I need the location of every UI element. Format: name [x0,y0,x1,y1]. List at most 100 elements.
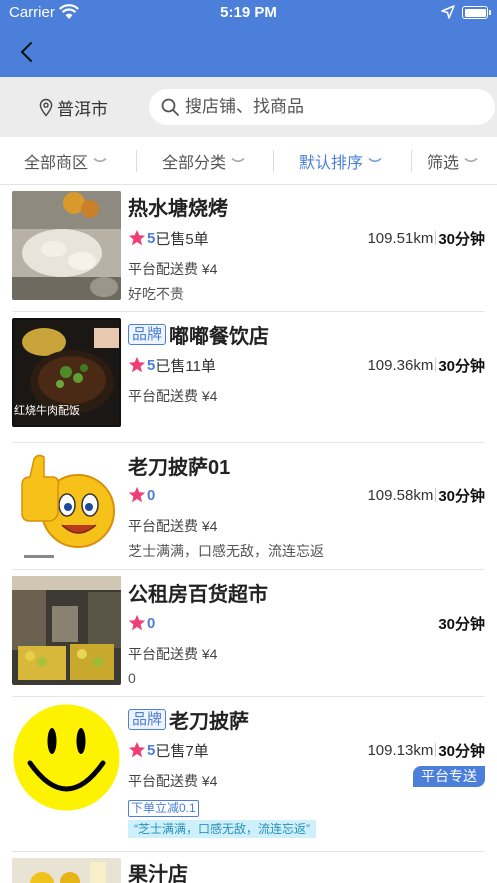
filter-divider [136,150,137,172]
search-box[interactable] [149,89,495,125]
back-arrow-icon[interactable] [12,37,40,67]
supermarket-photo [12,576,121,685]
delivery-time: 30分钟 [438,742,485,760]
brand-badge: 品牌 [128,323,167,345]
filter-label: 筛选 [427,154,460,172]
distance-time: 109.58km 30分钟 [367,484,485,506]
location-arrow-icon [441,5,455,19]
rating-row: 0 [128,612,155,634]
shop-card[interactable]: 品牌 老刀披萨 5 已售7单 109.13km 30分钟 平台专送 平台配送费 ¥… [0,697,497,852]
shop-score: 0 [147,614,156,632]
divider [435,358,437,372]
delivery-fee: 平台配送费 ¥4 [128,388,218,404]
shop-thumbnail [12,576,121,685]
shop-slogan: 好吃不贵 [128,286,184,302]
chevron-down-icon [93,157,107,162]
search-icon [161,98,179,116]
shop-distance: 109.36km [367,356,434,374]
juice-photo [12,858,121,883]
shop-name-row: 品牌 老刀披萨 [128,706,250,733]
shop-thumbnail [12,449,121,558]
shop-score: 0 [147,486,156,504]
distance-time: 109.51km 30分钟 [367,227,485,249]
search-input[interactable] [185,97,465,117]
shop-name: 公租房百货超市 [128,583,268,606]
shop-name-row: 老刀披萨01 [128,452,231,479]
shop-distance: 109.58km [367,486,434,504]
shop-name-row: 热水塘烧烤 [128,193,228,220]
filter-category[interactable]: 全部分类 [162,137,245,184]
shop-card[interactable]: 果汁店 [0,852,497,883]
shop-name: 老刀披萨 [169,710,250,733]
battery-icon [462,6,491,19]
thumbnail-caption: 红烧牛肉配饭 [14,405,80,417]
navigation-bar: Carrier 5:19 PM [0,0,497,77]
star-icon [128,356,146,373]
distance-time: 30分钟 [438,612,485,634]
shop-quote: “芝士满满，口感无敌，流连忘返” [128,820,316,838]
smiley-face-image [12,703,121,812]
filter-label: 默认排序 [299,154,364,172]
filter-business-area[interactable]: 全部商区 [24,137,107,184]
divider [435,231,437,245]
search-row: 普洱市 [0,77,497,137]
shop-name: 果汁店 [128,863,188,883]
filter-divider [273,150,274,172]
chevron-down-icon [368,157,382,162]
rating-row: 5 已售11单 [128,354,216,376]
filter-label: 全部分类 [162,154,227,172]
shop-thumbnail [12,858,121,883]
delivery-time: 30分钟 [438,230,485,248]
filter-label: 全部商区 [24,154,89,172]
shop-name-row: 公租房百货超市 [128,579,268,606]
location-pin-icon [39,98,53,117]
shop-name-row: 果汁店 [128,859,188,883]
shop-sales: 已售11单 [155,357,216,375]
status-bar: Carrier 5:19 PM [0,0,497,26]
distance-time: 109.13km 30分钟 [367,739,485,761]
shop-thumbnail: 红烧牛肉配饭 [12,318,121,427]
shop-score: 5 [147,741,156,759]
shop-slogan: 0 [128,670,136,686]
delivery-fee: 平台配送费 ¥4 [128,261,218,277]
chevron-down-icon [464,157,478,162]
delivery-time: 30分钟 [438,487,485,505]
shop-name: 老刀披萨01 [128,456,231,479]
shop-distance: 109.51km [367,229,434,247]
delivery-fee: 平台配送费 ¥4 [128,773,218,789]
distance-time: 109.36km 30分钟 [367,354,485,376]
promo-tag: 下单立减0.1 [128,800,199,817]
thumbs-up-emoji-image [12,449,121,558]
rating-row: 0 [128,484,155,506]
shop-card[interactable]: 红烧牛肉配饭 品牌 嘟嘟餐饮店 5 已售11单 109.36km 30分钟 平台配… [0,312,497,443]
shop-sales: 已售7单 [155,742,209,760]
star-icon [128,741,146,758]
bbq-photo [12,191,121,300]
star-icon [128,229,146,246]
shop-slogan: 芝士满满，口感无敌，流连忘返 [128,543,324,559]
shop-name: 热水塘烧烤 [128,197,228,220]
delivery-time: 30分钟 [438,615,485,633]
shop-card[interactable]: 老刀披萨01 0 109.58km 30分钟 平台配送费 ¥4 芝士满满，口感无敌… [0,443,497,570]
filter-sort[interactable]: 默认排序 [299,137,382,184]
shop-score: 5 [147,356,156,374]
filter-bar: 全部商区 全部分类 默认排序 筛选 [0,137,497,185]
filter-divider [411,150,412,172]
shop-card[interactable]: 热水塘烧烤 5 已售5单 109.51km 30分钟 平台配送费 ¥4 好吃不贵 [0,185,497,312]
shop-score: 5 [147,229,156,247]
shop-card[interactable]: 公租房百货超市 0 30分钟 平台配送费 ¥4 0 [0,570,497,697]
shop-sales: 已售5单 [155,230,209,248]
platform-delivery-badge: 平台专送 [413,766,485,787]
shop-distance: 109.13km [367,741,434,759]
delivery-time: 30分钟 [438,357,485,375]
divider [435,743,437,757]
filter-screen[interactable]: 筛选 [427,137,478,184]
rating-row: 5 已售7单 [128,739,209,761]
shop-name: 嘟嘟餐饮店 [169,325,270,348]
chevron-down-icon [231,157,245,162]
clock: 5:19 PM [220,4,277,21]
city-label: 普洱市 [57,99,108,119]
star-icon [128,614,146,631]
shop-list-page: Carrier 5:19 PM 普洱市 搜店铺、找商品 全部商区 全部分类 默认… [0,0,497,883]
city-selector[interactable]: 普洱市 [38,95,108,119]
